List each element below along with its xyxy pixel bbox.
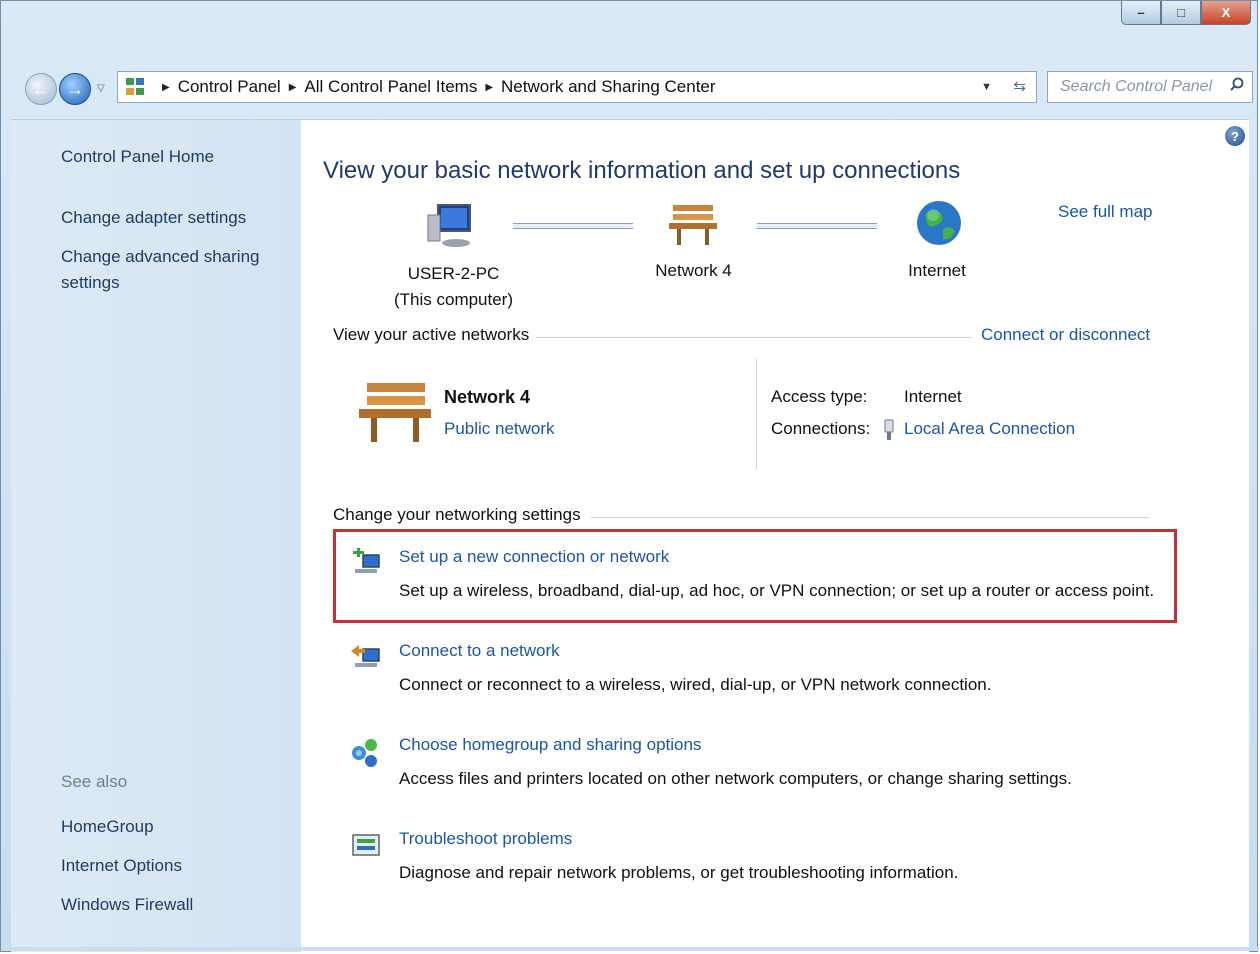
task-homegroup[interactable]: Choose homegroup and sharing options Acc… [349, 735, 1169, 795]
breadcrumb-all-items[interactable]: All Control Panel Items [304, 77, 477, 97]
see-also-heading: See also [61, 772, 128, 791]
task-title[interactable]: Connect to a network [399, 641, 560, 661]
ethernet-icon [884, 419, 894, 440]
maximize-button[interactable]: □ [1161, 1, 1201, 25]
task-new-connection[interactable]: Set up a new connection or network Set u… [349, 547, 1169, 607]
sidebar-item-control-panel-home[interactable]: Control Panel Home [61, 144, 214, 170]
bench-network-icon[interactable] [667, 201, 719, 247]
chevron-right-icon[interactable]: ▶ [162, 82, 170, 93]
search-icon[interactable] [1230, 77, 1244, 91]
refresh-icon[interactable]: ⇆ [1013, 77, 1026, 95]
sidebar-item-change-adapter-settings[interactable]: Change adapter settings [61, 205, 246, 231]
sidebar-item-change-advanced-sharing[interactable]: Change advanced sharing settings [61, 244, 271, 296]
globe-internet-icon[interactable] [915, 199, 963, 247]
control-panel-window: – □ X ← → ▽ ▶ Control Panel ▶ All Contro… [0, 0, 1259, 952]
recent-pages-dropdown[interactable]: ▽ [97, 83, 105, 94]
access-type-value: Internet [904, 387, 962, 406]
back-arrow-icon: ← [32, 78, 50, 99]
map-link-line [513, 223, 633, 229]
task-title[interactable]: Set up a new connection or network [399, 547, 669, 567]
address-bar[interactable]: ▶ Control Panel ▶ All Control Panel Item… [117, 71, 1037, 103]
computer-icon[interactable] [426, 201, 476, 249]
computer-name: USER-2-PC [407, 264, 500, 283]
new-connection-icon [353, 548, 380, 573]
sidebar-item-internet-options[interactable]: Internet Options [61, 853, 182, 879]
change-settings-heading: Change your networking settings [333, 505, 581, 524]
connect-network-icon [351, 645, 380, 667]
task-description: Set up a wireless, broadband, dial-up, a… [399, 581, 1155, 600]
task-connect-network[interactable]: Connect to a network Connect or reconnec… [349, 641, 1169, 701]
search-input[interactable] [1058, 72, 1222, 102]
control-panel-icon [124, 76, 146, 98]
section-divider [591, 517, 1149, 518]
navigation-bar: ← → ▽ ▶ Control Panel ▶ All Control Pane… [1, 65, 1257, 109]
troubleshoot-icon [352, 834, 380, 856]
window-controls: – □ X [1121, 1, 1251, 25]
vertical-divider [756, 359, 757, 469]
address-dropdown-icon[interactable]: ▼ [981, 81, 992, 93]
breadcrumb-network-center[interactable]: Network and Sharing Center [501, 77, 716, 97]
page-title: View your basic network information and … [323, 157, 961, 184]
bench-network-icon[interactable] [357, 379, 433, 445]
breadcrumb-control-panel[interactable]: Control Panel [178, 77, 281, 97]
chevron-right-icon[interactable]: ▶ [289, 82, 297, 93]
task-description: Connect or reconnect to a wireless, wire… [399, 675, 992, 694]
map-computer-label: USER-2-PC (This computer) [386, 261, 521, 313]
network-type-link[interactable]: Public network [444, 419, 555, 439]
active-network-name: Network 4 [444, 387, 531, 407]
sidebar-item-homegroup[interactable]: HomeGroup [61, 814, 154, 840]
active-networks-heading: View your active networks [333, 325, 530, 344]
forward-button[interactable]: → [59, 73, 91, 105]
section-divider [536, 337, 972, 338]
see-full-map-link[interactable]: See full map [1058, 202, 1153, 222]
minimize-button[interactable]: – [1121, 1, 1161, 25]
connections-label: Connections: [771, 419, 871, 438]
task-title[interactable]: Troubleshoot problems [399, 829, 572, 849]
title-bar: – □ X [1, 1, 1257, 61]
map-link-line [757, 223, 877, 229]
task-troubleshoot[interactable]: Troubleshoot problems Diagnose and repai… [349, 829, 1169, 889]
forward-arrow-icon: → [66, 78, 84, 99]
close-button[interactable]: X [1201, 1, 1251, 25]
access-type-label: Access type: [771, 387, 868, 406]
sidebar: Control Panel Home Change adapter settin… [11, 120, 301, 952]
window-bottom-border [1, 947, 1259, 951]
computer-subtitle: (This computer) [393, 290, 514, 309]
connect-or-disconnect-link[interactable]: Connect or disconnect [981, 325, 1150, 345]
task-description: Access files and printers located on oth… [399, 769, 1072, 788]
sidebar-item-windows-firewall[interactable]: Windows Firewall [61, 892, 193, 918]
local-area-connection-link[interactable]: Local Area Connection [904, 419, 1075, 439]
map-internet-label: Internet [908, 261, 966, 280]
search-box[interactable] [1047, 71, 1253, 103]
map-network-label: Network 4 [655, 261, 732, 280]
help-icon[interactable]: ? [1225, 126, 1245, 146]
back-button[interactable]: ← [25, 73, 57, 105]
homegroup-icon [352, 739, 377, 767]
task-title[interactable]: Choose homegroup and sharing options [399, 735, 701, 755]
task-description: Diagnose and repair network problems, or… [399, 863, 959, 882]
chevron-right-icon[interactable]: ▶ [485, 82, 493, 93]
